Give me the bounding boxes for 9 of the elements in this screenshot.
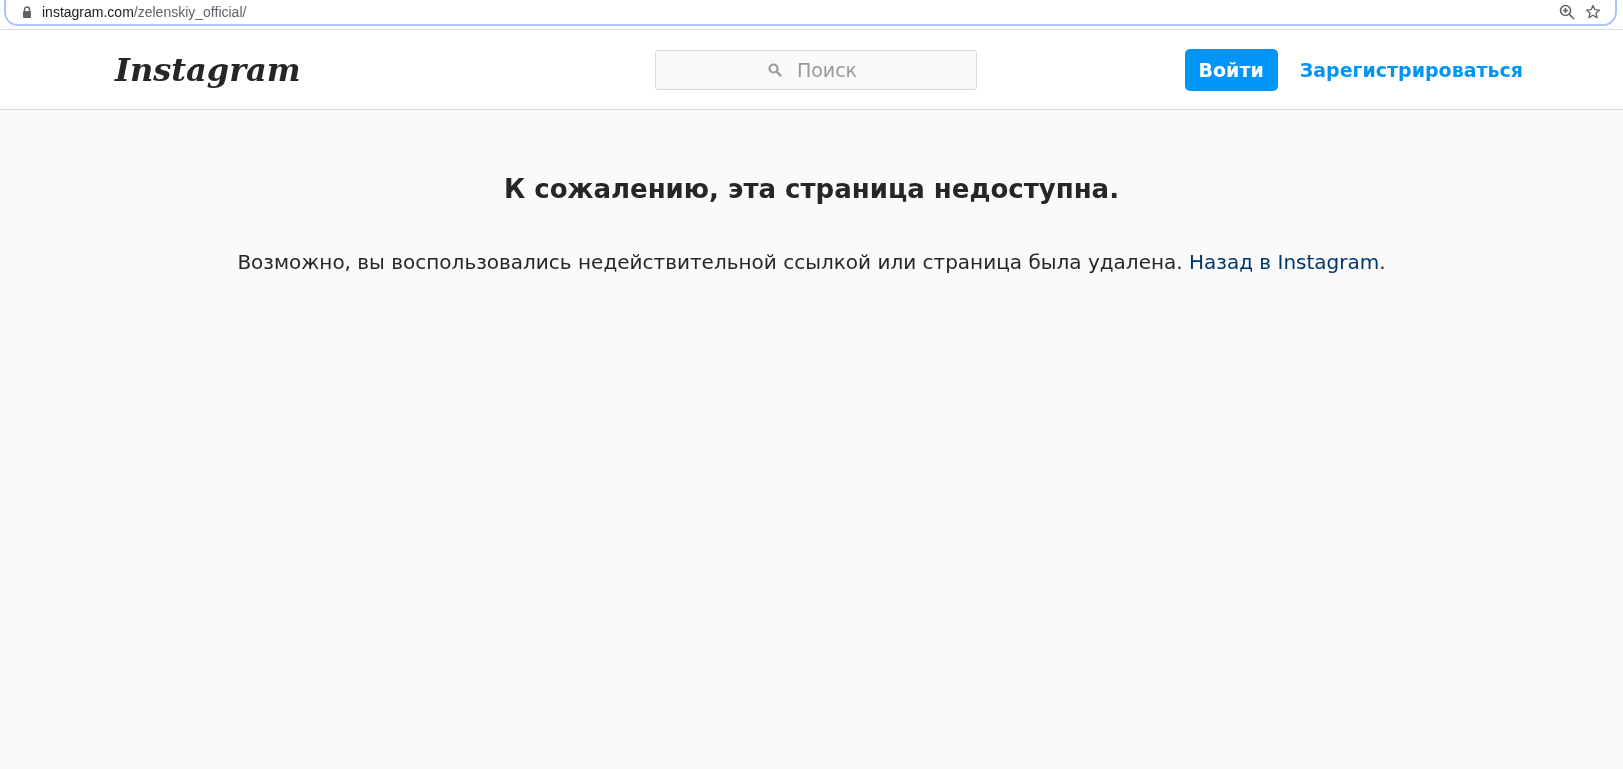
back-to-instagram-link[interactable]: Назад в Instagram	[1189, 250, 1380, 274]
search-field[interactable]: Поиск	[655, 49, 977, 90]
star-icon[interactable]	[1585, 4, 1601, 20]
zoom-icon[interactable]	[1559, 4, 1575, 20]
lock-icon	[22, 6, 32, 18]
address-bar[interactable]: instagram.com/zelenskiy_official/	[4, 0, 1617, 26]
error-heading: К сожалению, эта страница недоступна.	[503, 174, 1120, 204]
url-text: instagram.com/zelenskiy_official/	[42, 4, 247, 20]
error-message: Возможно, вы воспользовались недействительной ссылкой или страница была удалена. Назад в Instagram.	[237, 250, 1386, 274]
